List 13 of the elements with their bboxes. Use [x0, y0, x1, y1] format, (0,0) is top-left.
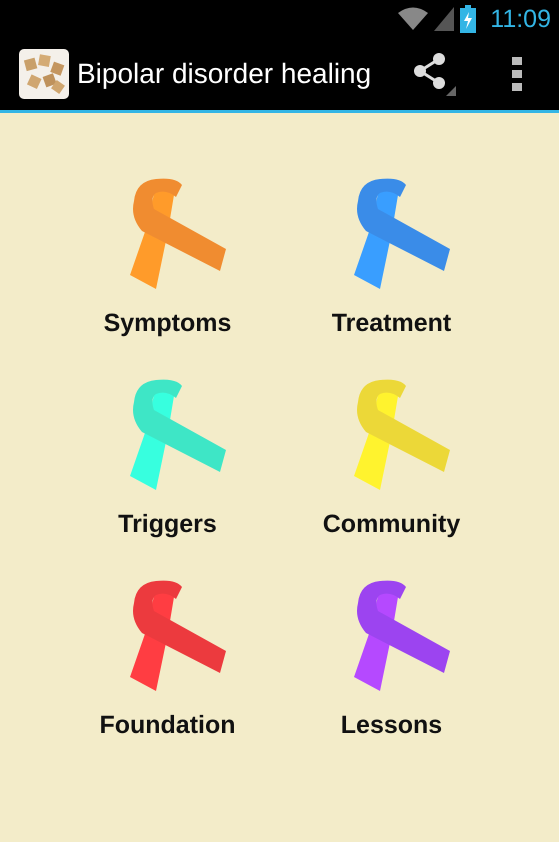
menu-tile[interactable]: Foundation — [56, 573, 280, 740]
menu-tile[interactable]: Treatment — [280, 171, 504, 338]
menu-tile[interactable]: Symptoms — [56, 171, 280, 338]
signal-icon — [434, 7, 454, 31]
app-title: Bipolar disorder healing — [77, 58, 372, 90]
menu-tile[interactable]: Community — [280, 372, 504, 539]
menu-tile[interactable]: Lessons — [280, 573, 504, 740]
menu-tile[interactable]: Triggers — [56, 372, 280, 539]
share-icon[interactable] — [412, 52, 456, 96]
status-time: 11:09 — [490, 4, 551, 34]
overflow-menu-icon[interactable] — [512, 57, 522, 91]
battery-icon — [460, 5, 476, 33]
wifi-icon — [398, 7, 428, 31]
